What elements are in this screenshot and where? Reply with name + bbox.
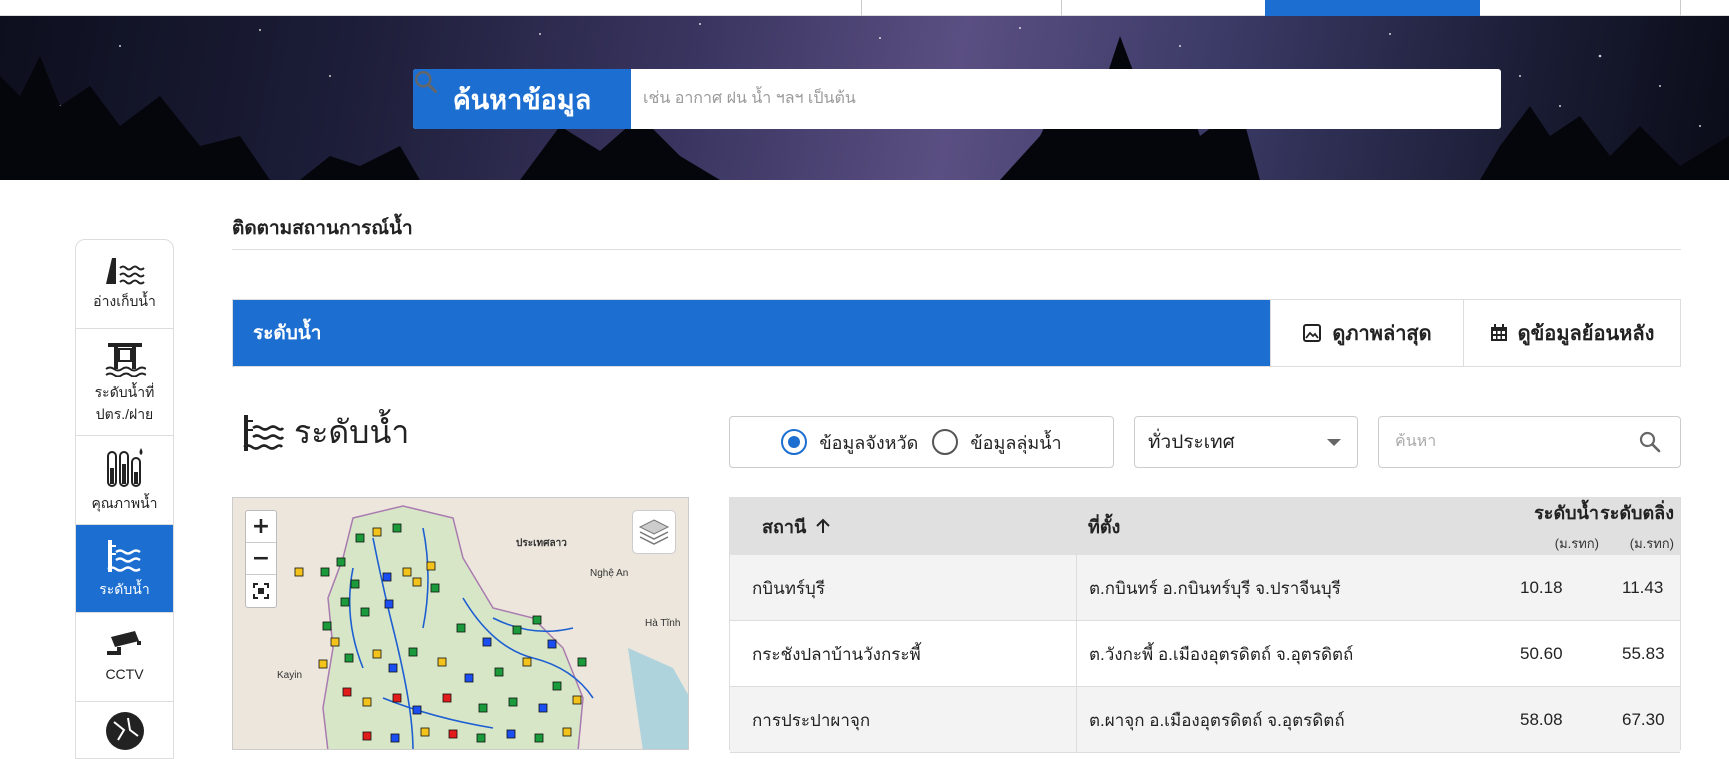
chevron-down-icon (1327, 439, 1341, 446)
zoom-in-button[interactable]: + (246, 511, 276, 543)
radio-indicator (932, 429, 959, 455)
latest-image-button[interactable]: ดูภาพล่าสุด (1270, 300, 1463, 366)
water-level-header-label: ระดับน้ำ (1534, 503, 1599, 523)
water-level-cell: 10.18 (1520, 578, 1563, 597)
sidebar-item-label: ระดับน้ำที่ ปตร./ฝาย (94, 384, 155, 422)
location-cell: ต.ผาจุก อ.เมืองอุตรดิตถ์ จ.อุตรดิตถ์ (1076, 687, 1345, 753)
section-header: ระดับน้ำ ดูภาพล่าสุด ดูข้อมูลย้อนหลัง (232, 299, 1681, 367)
radio-province-label: ข้อมูลจังหวัด (819, 432, 919, 453)
sidebar-menu: อ่างเก็บน้ำ ระดับน้ำที่ ปตร./ฝาย คุณภาพน… (75, 239, 174, 759)
bank-level-cell: 67.30 (1622, 710, 1665, 729)
zoom-out-button[interactable]: − (246, 543, 276, 575)
sidebar-item-label: ระดับน้ำ (99, 580, 150, 597)
data-type-radio-group: ข้อมูลจังหวัด ข้อมูลลุ่มน้ำ (729, 416, 1114, 468)
station-table: สถานี ที่ตั้ง ระดับน้ำ (ม.รทก) ระดับตลิ่… (729, 497, 1681, 753)
bank-level-unit: (ม.รทก) (1629, 536, 1674, 551)
sub-title: ระดับน้ำ (240, 407, 409, 458)
history-button[interactable]: ดูข้อมูลย้อนหลัง (1463, 300, 1680, 366)
search-icon (1639, 431, 1661, 453)
location-header-label: ที่ตั้ง (1088, 516, 1121, 537)
water-level-cell: 58.08 (1520, 710, 1563, 729)
radio-basin-label: ข้อมูลลุ่มน้ำ (970, 432, 1062, 453)
satellite-globe-icon (105, 712, 144, 750)
bank-level-cell: 55.83 (1622, 644, 1665, 663)
sidebar-item-more[interactable] (76, 702, 173, 758)
sort-asc-icon (816, 518, 831, 533)
sidebar-item-water-level[interactable]: ระดับน้ำ (76, 525, 173, 613)
page-title: ติดตามสถานการณ์น้ำ (232, 218, 413, 239)
bank-level-cell: 11.43 (1622, 578, 1664, 597)
sidebar-item-reservoir[interactable]: อ่างเก็บน้ำ (76, 240, 173, 329)
sidebar-item-label: คุณภาพน้ำ (91, 495, 158, 511)
region-select[interactable]: ทั่วประเทศ (1134, 416, 1358, 468)
station-header-label: สถานี (762, 516, 807, 537)
zoom-control: + − (245, 510, 277, 608)
search-button[interactable] (415, 69, 1501, 129)
layers-icon (638, 519, 670, 545)
global-search-input[interactable] (631, 69, 1431, 129)
title-divider (232, 249, 1681, 250)
water-quality-icon (106, 448, 142, 487)
table-header: สถานี ที่ตั้ง ระดับน้ำ (ม.รทก) ระดับตลิ่… (730, 497, 1680, 555)
sub-title-text: ระดับน้ำ (294, 414, 410, 450)
nav-active-tab[interactable] (1265, 0, 1480, 16)
station-map[interactable]: ประเทศลาว Nghệ An Hà Tĩnh Kayin + − (232, 497, 689, 750)
nav-divider (1061, 0, 1062, 16)
station-cell: กบินทร์บุรี (752, 578, 825, 598)
cctv-icon (106, 631, 141, 655)
table-search-input[interactable] (1379, 433, 1620, 451)
water-level-icon (106, 539, 141, 572)
global-search: ค้นหาข้อมูล (413, 69, 1501, 129)
map-label-nghe-an: Nghệ An (590, 568, 629, 579)
sidebar-item-water-quality[interactable]: คุณภาพน้ำ (76, 436, 173, 525)
hero-banner: ค้นหาข้อมูล (0, 16, 1729, 180)
fullscreen-icon (253, 583, 269, 599)
location-cell: ต.กบินทร์ อ.กบินทร์บุรี จ.ปราจีนบุรี (1076, 555, 1341, 621)
latest-image-label: ดูภาพล่าสุด (1332, 323, 1432, 345)
nav-divider (1680, 0, 1681, 16)
table-row[interactable]: กระชังปลาบ้านวังกระพี้ ต.วังกะพี้ อ.เมือ… (730, 621, 1680, 687)
region-select-value: ทั่วประเทศ (1148, 432, 1235, 453)
history-label: ดูข้อมูลย้อนหลัง (1517, 323, 1655, 345)
sidebar-item-label: CCTV (105, 666, 144, 682)
water-level-cell: 50.60 (1520, 644, 1563, 663)
search-icon (415, 71, 438, 94)
table-search-button[interactable] (1620, 430, 1680, 454)
location-column-header[interactable]: ที่ตั้ง (1088, 497, 1120, 555)
table-search (1378, 416, 1681, 468)
nav-divider (861, 0, 862, 16)
map-label-laos: ประเทศลาว (516, 538, 567, 549)
station-cell: กระชังปลาบ้านวังกระพี้ (752, 644, 921, 664)
sidebar-item-floodgate[interactable]: ระดับน้ำที่ ปตร./ฝาย (76, 329, 173, 436)
layers-button[interactable] (632, 510, 676, 554)
table-row[interactable]: การประปาผาจุก ต.ผาจุก อ.เมืองอุตรดิตถ์ จ… (730, 687, 1680, 753)
radio-province[interactable]: ข้อมูลจังหวัด (781, 428, 918, 457)
section-title: ระดับน้ำ (233, 300, 1270, 366)
station-cell: การประปาผาจุก (752, 710, 871, 730)
image-icon (1303, 324, 1322, 342)
map-label-kayin: Kayin (277, 670, 303, 681)
water-level-column-header[interactable]: ระดับน้ำ (ม.รทก) (1516, 497, 1599, 555)
sidebar-item-cctv[interactable]: CCTV (76, 613, 173, 702)
sidebar-item-label: อ่างเก็บน้ำ (93, 293, 156, 309)
water-level-unit: (ม.รทก) (1554, 536, 1599, 551)
calendar-icon (1490, 324, 1507, 341)
bank-level-column-header[interactable]: ระดับตลิ่ง (ม.รทก) (1598, 497, 1674, 555)
floodgate-icon (104, 343, 146, 377)
search-label: ค้นหาข้อมูล (413, 69, 631, 129)
top-nav (0, 0, 1729, 16)
location-cell: ต.วังกะพี้ อ.เมืองอุตรดิตถ์ จ.อุตรดิตถ์ (1076, 621, 1353, 687)
station-column-header[interactable]: สถานี (762, 497, 832, 555)
table-row[interactable]: กบินทร์บุรี ต.กบินทร์ อ.กบินทร์บุรี จ.ปร… (730, 555, 1680, 621)
water-level-icon (243, 414, 284, 451)
map-label-ha-tinh: Hà Tĩnh (645, 618, 681, 629)
radio-basin[interactable]: ข้อมูลลุ่มน้ำ (932, 428, 1062, 457)
reservoir-icon (105, 258, 145, 285)
radio-indicator (781, 429, 808, 455)
map-base (233, 498, 688, 749)
fullscreen-button[interactable] (246, 575, 276, 607)
bank-level-header-label: ระดับตลิ่ง (1600, 503, 1674, 523)
